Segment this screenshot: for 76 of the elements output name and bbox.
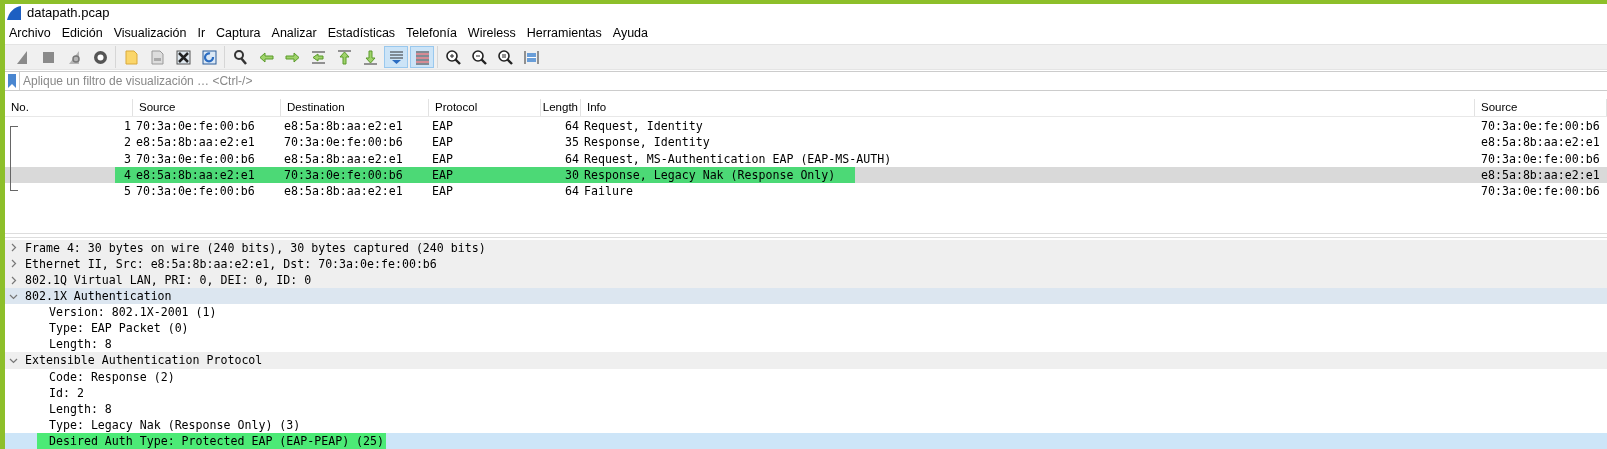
table-cell-text: 35 — [564, 134, 580, 151]
table-cell-text: e8:5a:8b:aa:e2:e1 — [1480, 134, 1601, 151]
table-cell-text: Request, Identity — [583, 118, 704, 135]
table-cell-text: 70:3a:0e:fe:00:b6 — [1480, 183, 1601, 200]
menu-item[interactable]: Visualización — [109, 23, 191, 43]
table-cell-text: Failure — [583, 183, 634, 200]
table-cell-text: 70:3a:0e:fe:00:b6 — [1480, 118, 1601, 135]
tree-item[interactable]: Length: 8 — [5, 400, 1607, 417]
table-cell-text: 3 — [123, 150, 132, 167]
tree-item[interactable]: Type: EAP Packet (0) — [5, 320, 1607, 337]
table-cell-text: e8:5a:8b:aa:e2:e1 — [283, 150, 404, 167]
menu-item[interactable]: Ayuda — [608, 23, 652, 43]
tree-item[interactable]: Extensible Authentication Protocol — [5, 352, 1607, 369]
chevron-down-icon[interactable] — [9, 356, 18, 365]
table-cell-text: e8:5a:8b:aa:e2:e1 — [283, 183, 404, 200]
column-header[interactable]: No. — [5, 99, 133, 116]
packet-row[interactable]: 4 e8:5a:8b:aa:e2:e1 70:3a:0e:fe:00:b6 EAP 30 Response, Legacy Nak (Response Only) e8:5a:8b:aa:e2:e1 — [5, 166, 1607, 183]
packet-row[interactable]: 2 e8:5a:8b:aa:e2:e1 70:3a:0e:fe:00:b6 EAP 35 Response, Identity e8:5a:8b:aa:e2:e1 — [5, 134, 1607, 151]
tree-item[interactable]: Id: 2 — [5, 384, 1607, 401]
table-cell-text: e8:5a:8b:aa:e2:e1 — [1480, 166, 1601, 183]
menu-item[interactable]: Archivo — [5, 23, 55, 43]
table-cell: 70:3a:0e:fe:00:b6 — [281, 166, 429, 183]
menu-item[interactable]: Wireless — [463, 23, 520, 43]
column-header[interactable]: Source — [133, 99, 281, 116]
column-header[interactable]: Source — [1475, 99, 1607, 116]
table-cell: 30 — [541, 166, 581, 183]
table-cell-text: 70:3a:0e:fe:00:b6 — [135, 150, 256, 167]
table-cell-text: e8:5a:8b:aa:e2:e1 — [283, 118, 404, 135]
table-cell: EAP — [429, 166, 541, 183]
table-cell-text: EAP — [431, 134, 454, 151]
tree-item[interactable]: 802.1X Authentication — [5, 288, 1607, 305]
column-header[interactable]: Length — [541, 99, 581, 116]
table-cell-text: EAP — [431, 118, 454, 135]
table-cell-text: 5 — [123, 183, 132, 200]
menu-item[interactable]: Estadísticas — [323, 23, 400, 43]
table-cell-text: EAP — [431, 183, 454, 200]
column-header[interactable]: Destination — [281, 99, 429, 116]
tree-item[interactable]: Version: 802.1X-2001 (1) — [5, 304, 1607, 321]
table-cell-text: 2 — [123, 134, 132, 151]
tree-item[interactable]: Type: Legacy Nak (Response Only) (3) — [5, 416, 1607, 433]
table-cell-text: Request, MS-Authentication EAP (EAP-MS-AUTH) — [583, 150, 893, 167]
packet-row[interactable]: 5 70:3a:0e:fe:00:b6 e8:5a:8b:aa:e2:e1 EAP 64 Failure 70:3a:0e:fe:00:b6 — [5, 183, 1607, 200]
table-cell-text: 64 — [564, 118, 580, 135]
menu-item[interactable]: Herramientas — [522, 23, 606, 43]
packet-row[interactable]: 1 70:3a:0e:fe:00:b6 e8:5a:8b:aa:e2:e1 EAP 64 Request, Identity 70:3a:0e:fe:00:b6 — [5, 118, 1607, 135]
menu-item[interactable]: Edición — [57, 23, 107, 43]
table-cell-text: 64 — [564, 150, 580, 167]
display-filter-field[interactable]: Aplique un filtro de visualización … <Ctrl-/> — [19, 72, 1607, 90]
lines-icon[interactable] — [410, 46, 434, 68]
column-header[interactable]: Protocol — [429, 99, 541, 116]
table-cell-text: 64 — [564, 183, 580, 200]
table-cell-text: EAP — [431, 150, 454, 167]
table-cell-text: e8:5a:8b:aa:e2:e1 — [135, 134, 256, 151]
tree-item[interactable]: Length: 8 — [5, 336, 1607, 353]
table-cell-text: 70:3a:0e:fe:00:b6 — [135, 118, 256, 135]
table-cell-text: 1 — [123, 118, 132, 135]
table-cell-text: 70:3a:0e:fe:00:b6 — [1480, 150, 1601, 167]
table-cell-text: 70:3a:0e:fe:00:b6 — [283, 134, 404, 151]
autoscroll-icon[interactable] — [384, 46, 408, 68]
table-cell-text: 70:3a:0e:fe:00:b6 — [135, 183, 256, 200]
bookmark-icon[interactable] — [7, 73, 17, 89]
menu-item[interactable]: Analizar — [267, 23, 321, 43]
window-title: datapath.pcap — [27, 4, 110, 23]
table-cell: Response, Legacy Nak (Response Only) — [581, 166, 856, 183]
menu-item[interactable]: Ir — [193, 23, 210, 43]
table-cell-text: Response, Identity — [583, 134, 711, 151]
tree-item[interactable]: Desired Auth Type: Protected EAP (EAP-PEAP) (25) — [5, 432, 1607, 449]
tree-item[interactable]: Code: Response (2) — [5, 368, 1607, 385]
column-header[interactable]: Info — [581, 99, 1475, 116]
menu-item[interactable]: Telefonía — [402, 23, 461, 43]
packet-row[interactable]: 3 70:3a:0e:fe:00:b6 e8:5a:8b:aa:e2:e1 EAP 64 Request, MS-Authentication EAP (EAP-MS-AUTH) 70:3a:0e:fe:00:b6 — [5, 150, 1607, 167]
table-cell: e8:5a:8b:aa:e2:e1 — [133, 166, 281, 183]
tree-item[interactable]: Frame 4: 30 bytes on wire (240 bits), 30 bytes captured (240 bits) — [5, 239, 1607, 256]
menu-item[interactable]: Captura — [212, 23, 265, 43]
shark-fin-icon — [7, 6, 21, 20]
table-cell: 4 — [115, 166, 133, 183]
